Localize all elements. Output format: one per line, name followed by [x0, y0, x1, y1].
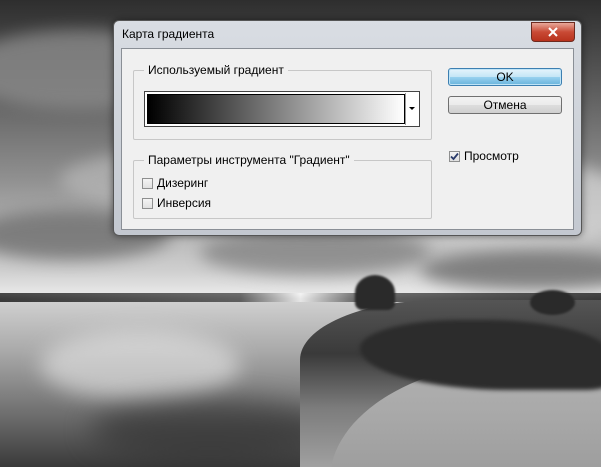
water-reflection: [40, 330, 240, 400]
ok-button[interactable]: OK: [448, 68, 562, 86]
gradient-picker[interactable]: [144, 91, 420, 127]
dither-checkbox[interactable]: [142, 177, 153, 189]
gradient-map-dialog: Карта градиента Используемый градиент Па…: [113, 20, 582, 236]
gradient-preview[interactable]: [147, 94, 405, 124]
preview-option[interactable]: Просмотр: [449, 149, 519, 163]
cloud: [200, 230, 430, 275]
gradient-dropdown-button[interactable]: [405, 93, 418, 125]
close-icon: [548, 27, 558, 37]
gradient-tool-options-group: Параметры инструмента "Градиент" Дизерин…: [133, 153, 432, 219]
dialog-content: Используемый градиент Параметры инструме…: [121, 48, 574, 230]
reverse-checkbox[interactable]: [142, 197, 153, 209]
water-shadow: [90, 400, 330, 460]
gradient-used-group: Используемый градиент: [133, 63, 432, 140]
preview-label: Просмотр: [464, 149, 519, 163]
dialog-titlebar[interactable]: Карта градиента: [114, 21, 581, 47]
trees: [530, 290, 575, 315]
dropdown-arrow-icon: [409, 107, 415, 110]
dither-option[interactable]: Дизеринг: [142, 176, 208, 190]
reverse-label: Инверсия: [157, 196, 212, 210]
preview-checkbox[interactable]: [449, 150, 460, 162]
tool-options-label: Параметры инструмента "Градиент": [144, 153, 354, 167]
cloud: [420, 250, 601, 290]
gradient-used-label: Используемый градиент: [144, 63, 288, 77]
checkmark-icon: [450, 152, 459, 160]
cancel-button[interactable]: Отмена: [448, 96, 562, 114]
dither-label: Дизеринг: [157, 176, 209, 190]
close-button[interactable]: [531, 22, 575, 42]
reverse-option[interactable]: Инверсия: [142, 196, 211, 210]
dialog-title: Карта градиента: [122, 27, 215, 41]
trees: [355, 275, 395, 310]
